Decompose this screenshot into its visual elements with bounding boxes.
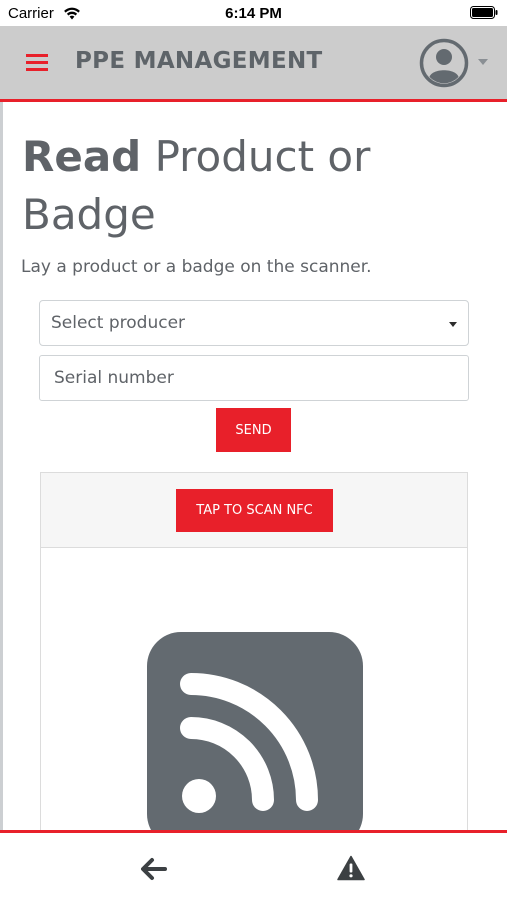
user-avatar-icon[interactable]: [419, 38, 469, 88]
page-title: Read Product or Badge: [22, 128, 492, 244]
select-caret-icon: [449, 322, 457, 327]
nfc-card-header: TAP TO SCAN NFC: [41, 473, 467, 548]
send-button[interactable]: SEND: [216, 408, 291, 452]
status-bar: Carrier 6:14 PM: [0, 0, 507, 26]
producer-select-value: Select producer: [51, 313, 186, 333]
warning-triangle-icon[interactable]: [337, 855, 365, 881]
bottom-nav-bar: [0, 830, 507, 900]
page-subtitle: Lay a product or a badge on the scanner.: [21, 257, 372, 277]
battery-icon: [470, 6, 498, 19]
app-header: PPE MANAGEMENT: [0, 26, 507, 102]
hamburger-menu-icon[interactable]: [26, 54, 48, 72]
clock-time: 6:14 PM: [225, 5, 282, 22]
nfc-scanner-card: TAP TO SCAN NFC: [40, 472, 468, 832]
page-title-bold: Read: [22, 132, 142, 181]
nfc-rss-icon: [147, 632, 363, 832]
caret-down-icon[interactable]: [478, 59, 488, 65]
left-edge-shadow: [0, 102, 3, 830]
app-title: PPE MANAGEMENT: [75, 48, 323, 74]
arrow-left-icon[interactable]: [141, 857, 167, 881]
serial-number-input[interactable]: [39, 355, 469, 401]
producer-select[interactable]: Select producer: [39, 300, 469, 346]
tap-to-scan-nfc-button[interactable]: TAP TO SCAN NFC: [176, 489, 333, 532]
